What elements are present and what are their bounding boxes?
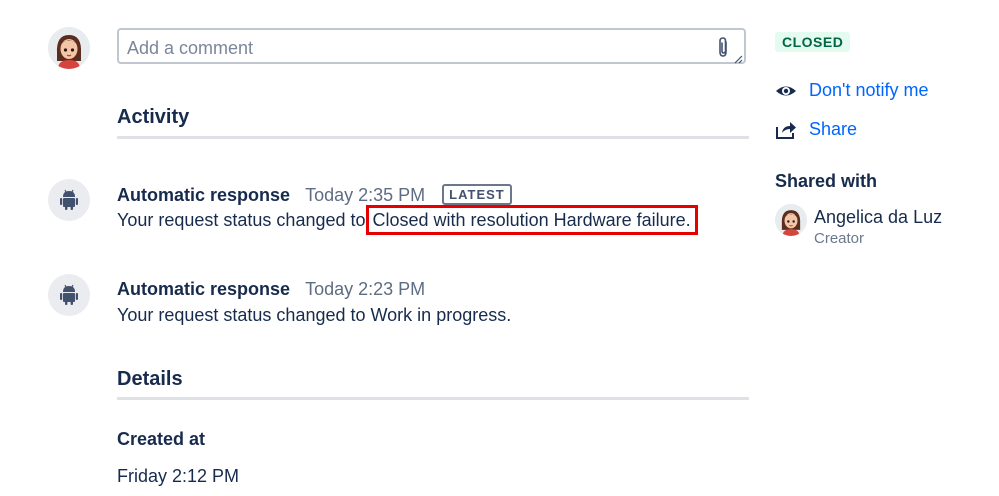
shared-user-avatar bbox=[775, 204, 807, 236]
activity-entry-header: Automatic response Today 2:35 PM LATEST bbox=[117, 184, 512, 206]
activity-entry-text: Your request status changed to Work in p… bbox=[117, 305, 512, 325]
bot-avatar bbox=[48, 274, 90, 316]
highlighted-resolution: Closed with resolution Hardware failure. bbox=[365, 205, 698, 235]
share-icon bbox=[775, 121, 797, 139]
latest-badge: LATEST bbox=[442, 184, 512, 205]
android-icon bbox=[60, 189, 78, 210]
paperclip-icon[interactable] bbox=[716, 36, 730, 58]
comment-box[interactable] bbox=[117, 28, 746, 64]
share-label[interactable]: Share bbox=[809, 119, 857, 140]
current-user-avatar bbox=[48, 27, 90, 69]
entry-author: Automatic response bbox=[117, 185, 291, 205]
entry-author: Automatic response bbox=[117, 279, 291, 299]
activity-divider bbox=[117, 136, 749, 139]
activity-heading: Activity bbox=[117, 106, 190, 128]
entry-time: Today 2:35 PM bbox=[305, 185, 426, 205]
eye-icon bbox=[775, 82, 797, 100]
details-heading: Details bbox=[117, 368, 183, 390]
entry-time: Today 2:23 PM bbox=[305, 279, 426, 299]
comment-input[interactable] bbox=[125, 36, 709, 60]
bot-avatar bbox=[48, 179, 90, 221]
entry-text-prefix: Your request status changed to bbox=[117, 210, 371, 230]
activity-entry-header: Automatic response Today 2:23 PM bbox=[117, 279, 425, 300]
created-at-label: Created at bbox=[117, 429, 206, 449]
shared-user-name: Angelica da Luz bbox=[814, 207, 943, 227]
resize-handle-icon[interactable] bbox=[733, 51, 743, 64]
shared-user-role: Creator bbox=[814, 230, 865, 247]
status-badge: CLOSED bbox=[775, 32, 851, 52]
dont-notify-label[interactable]: Don't notify me bbox=[809, 80, 929, 101]
request-activity-page: Activity Automatic response Today 2:35 P… bbox=[0, 0, 999, 496]
shared-with-heading: Shared with bbox=[775, 171, 878, 191]
share-link[interactable]: Share bbox=[775, 119, 857, 140]
activity-entry-text: Your request status changed to Closed wi… bbox=[117, 205, 698, 235]
details-divider bbox=[117, 397, 749, 400]
dont-notify-link[interactable]: Don't notify me bbox=[775, 80, 929, 101]
android-icon bbox=[60, 284, 78, 305]
created-at-value: Friday 2:12 PM bbox=[117, 466, 240, 486]
